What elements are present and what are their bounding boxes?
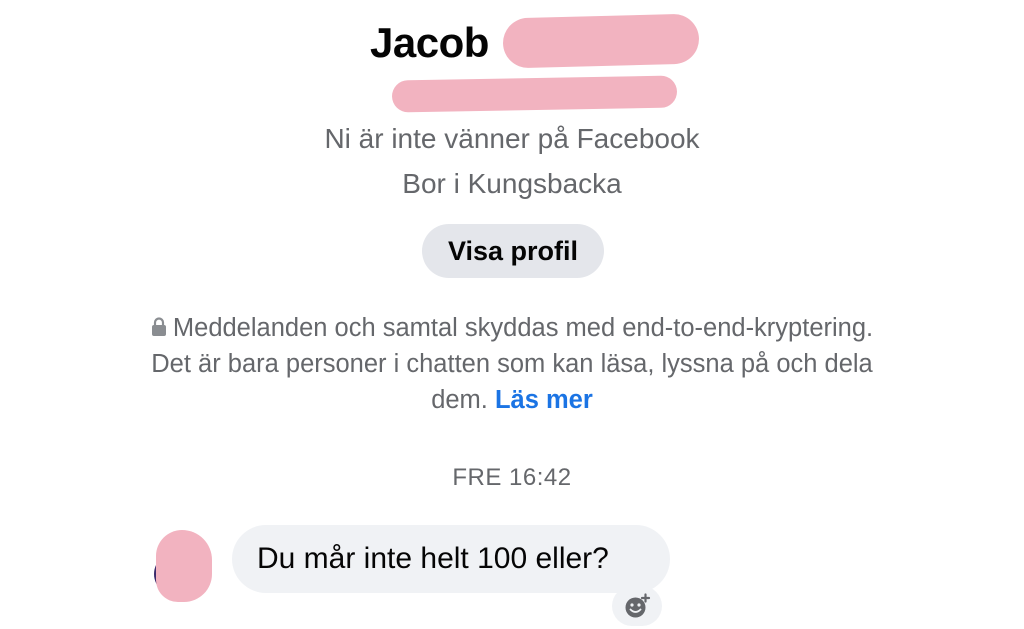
chat-thread: Jacob Ni är inte vänner på Facebook Bor … bbox=[0, 0, 1024, 629]
learn-more-link[interactable]: Läs mer bbox=[495, 386, 593, 414]
encryption-notice: Meddelanden och samtal skyddas med end-t… bbox=[150, 310, 874, 418]
view-profile-button[interactable]: Visa profil bbox=[422, 224, 604, 278]
friend-status: Ni är inte vänner på Facebook bbox=[324, 123, 700, 154]
message-timestamp: FRE 16:42 bbox=[452, 464, 572, 491]
message-bubble[interactable]: Du mår inte helt 100 eller? bbox=[232, 525, 670, 593]
redaction-mark bbox=[502, 13, 700, 69]
lock-icon bbox=[151, 317, 166, 336]
profile-name: Jacob bbox=[370, 19, 489, 66]
add-reaction-button[interactable] bbox=[612, 586, 662, 626]
message-text: Du mår inte helt 100 eller? bbox=[257, 542, 609, 575]
redaction-mark bbox=[391, 75, 678, 113]
redaction-mark bbox=[156, 530, 212, 602]
avatar[interactable] bbox=[152, 530, 212, 602]
profile-location: Bor i Kungsbacka bbox=[402, 168, 622, 199]
add-reaction-icon bbox=[625, 593, 651, 618]
